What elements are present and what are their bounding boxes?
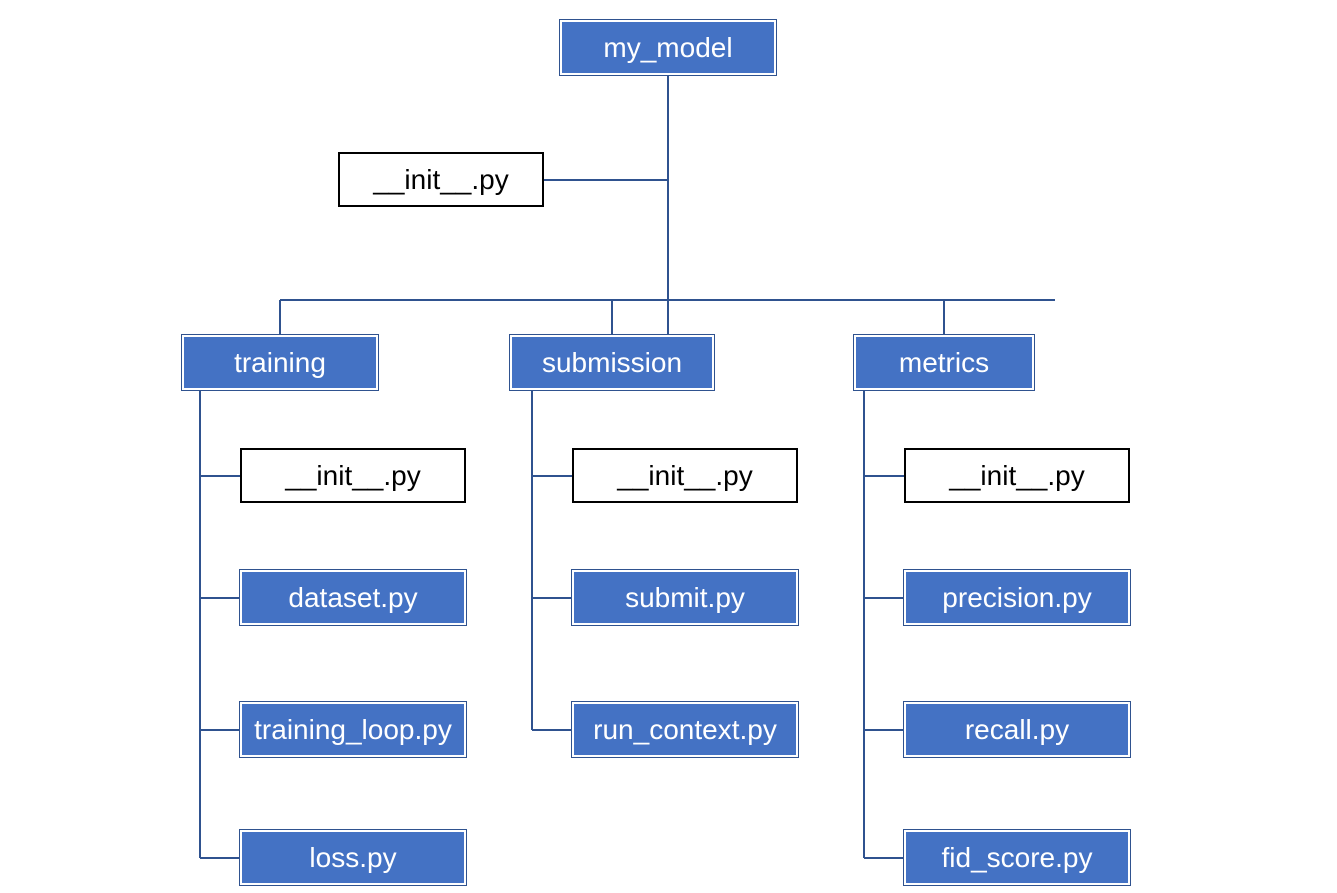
diagram-container: my_model __init__.py training __init__.p… bbox=[0, 0, 1337, 893]
submission-submit-file: submit.py bbox=[572, 570, 798, 625]
metrics-folder: metrics bbox=[854, 335, 1034, 390]
root-folder: my_model bbox=[560, 20, 776, 75]
metrics-fid-score-file: fid_score.py bbox=[904, 830, 1130, 885]
metrics-recall-file: recall.py bbox=[904, 702, 1130, 757]
connector-lines bbox=[0, 0, 1337, 893]
metrics-precision-file: precision.py bbox=[904, 570, 1130, 625]
training-loss-file: loss.py bbox=[240, 830, 466, 885]
training-loop-file: training_loop.py bbox=[240, 702, 466, 757]
training-folder: training bbox=[182, 335, 378, 390]
training-init-file: __init__.py bbox=[240, 448, 466, 503]
root-init-file: __init__.py bbox=[338, 152, 544, 207]
submission-folder: submission bbox=[510, 335, 714, 390]
metrics-init-file: __init__.py bbox=[904, 448, 1130, 503]
submission-init-file: __init__.py bbox=[572, 448, 798, 503]
submission-run-context-file: run_context.py bbox=[572, 702, 798, 757]
training-dataset-file: dataset.py bbox=[240, 570, 466, 625]
